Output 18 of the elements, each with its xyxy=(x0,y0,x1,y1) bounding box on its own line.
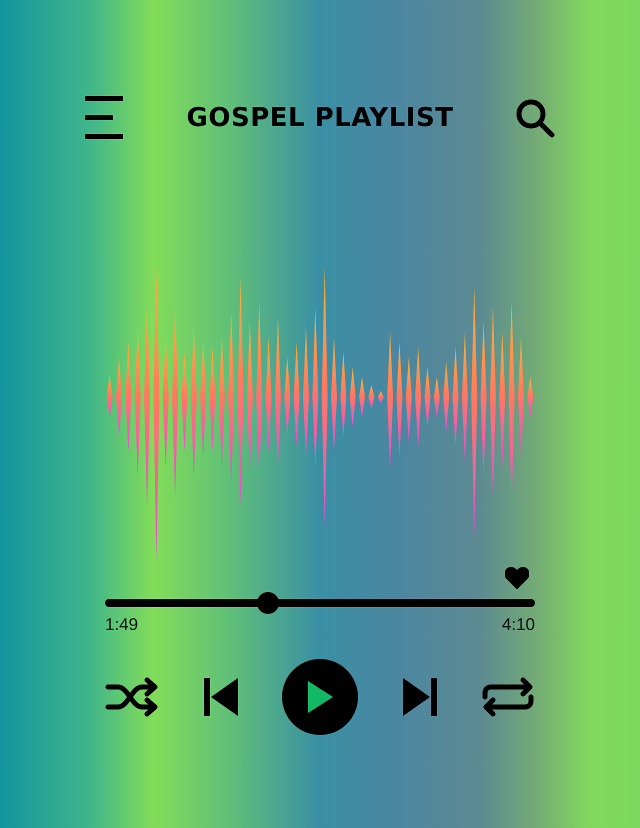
playlist-title: GOSPEL PLAYLIST xyxy=(186,103,454,133)
skip-forward-icon xyxy=(402,677,438,717)
progress-track[interactable] xyxy=(105,599,535,607)
shuffle-button[interactable] xyxy=(105,677,159,717)
like-button[interactable] xyxy=(505,567,529,589)
skip-back-icon xyxy=(202,677,238,717)
search-icon xyxy=(514,98,555,138)
next-button[interactable] xyxy=(402,677,438,717)
total-time: 4:10 xyxy=(502,615,535,635)
menu-icon xyxy=(85,96,125,140)
repeat-icon xyxy=(481,677,535,717)
play-icon xyxy=(306,680,334,714)
previous-button[interactable] xyxy=(202,677,238,717)
menu-button[interactable] xyxy=(85,96,125,140)
elapsed-time: 1:49 xyxy=(105,615,138,635)
search-button[interactable] xyxy=(514,98,555,138)
shuffle-icon xyxy=(105,677,159,717)
repeat-button[interactable] xyxy=(481,677,535,717)
